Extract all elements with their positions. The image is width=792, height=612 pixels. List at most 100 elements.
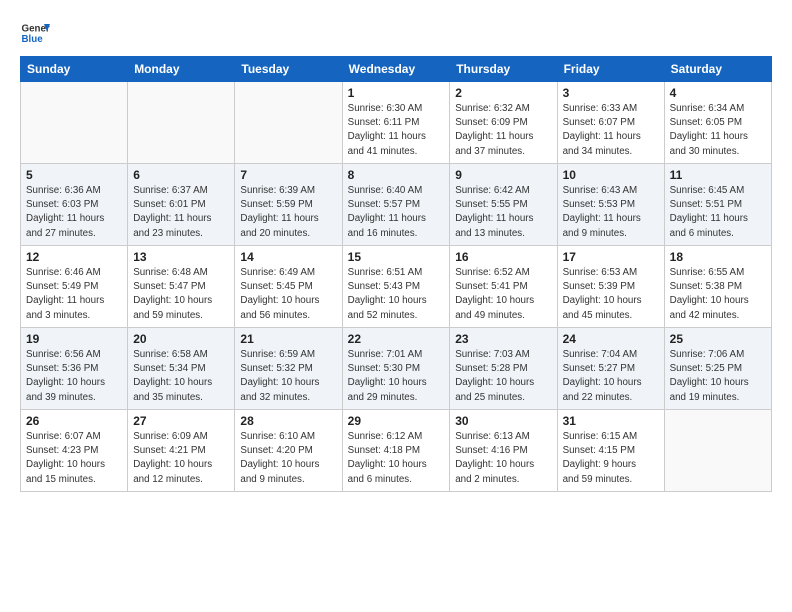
calendar-cell: 4 Sunrise: 6:34 AM Sunset: 6:05 PM Daylig… <box>664 82 771 164</box>
calendar-cell <box>128 82 235 164</box>
day-number: 5 <box>26 168 122 182</box>
day-number: 31 <box>563 414 659 428</box>
calendar-cell: 7 Sunrise: 6:39 AM Sunset: 5:59 PM Daylig… <box>235 164 342 246</box>
logo-icon: General Blue <box>20 18 50 48</box>
page: General Blue SundayMondayTuesdayWednesda… <box>0 0 792 502</box>
day-info: Sunrise: 7:06 AM Sunset: 5:25 PM Dayligh… <box>670 348 766 405</box>
calendar-cell: 16 Sunrise: 6:52 AM Sunset: 5:41 PM Dayli… <box>450 246 557 328</box>
day-info: Sunrise: 6:52 AM Sunset: 5:41 PM Dayligh… <box>455 266 551 323</box>
svg-text:Blue: Blue <box>22 34 44 45</box>
calendar-cell: 9 Sunrise: 6:42 AM Sunset: 5:55 PM Daylig… <box>450 164 557 246</box>
day-number: 23 <box>455 332 551 346</box>
day-number: 25 <box>670 332 766 346</box>
calendar-cell: 13Sunrise: 6:48 AM Sunset: 5:47 PM Dayli… <box>128 246 235 328</box>
day-header-wednesday: Wednesday <box>342 57 450 82</box>
day-number: 16 <box>455 250 551 264</box>
day-number: 29 <box>348 414 445 428</box>
day-info: Sunrise: 6:51 AM Sunset: 5:43 PM Dayligh… <box>348 266 445 323</box>
day-info: Sunrise: 6:55 AM Sunset: 5:38 PM Dayligh… <box>670 266 766 323</box>
calendar-cell: 10 Sunrise: 6:43 AM Sunset: 5:53 PM Dayli… <box>557 164 664 246</box>
day-number: 4 <box>670 86 766 100</box>
week-row-3: 12 Sunrise: 6:46 AM Sunset: 5:49 PM Dayli… <box>21 246 772 328</box>
calendar-cell: 5 Sunrise: 6:36 AM Sunset: 6:03 PM Daylig… <box>21 164 128 246</box>
day-number: 11 <box>670 168 766 182</box>
day-number: 28 <box>240 414 336 428</box>
day-header-friday: Friday <box>557 57 664 82</box>
calendar-cell: 6Sunrise: 6:37 AM Sunset: 6:01 PM Daylig… <box>128 164 235 246</box>
calendar-cell: 25 Sunrise: 7:06 AM Sunset: 5:25 PM Dayli… <box>664 328 771 410</box>
week-row-1: 1 Sunrise: 6:30 AM Sunset: 6:11 PM Daylig… <box>21 82 772 164</box>
day-info: Sunrise: 6:37 AM Sunset: 6:01 PM Dayligh… <box>133 184 229 241</box>
day-info: Sunrise: 6:34 AM Sunset: 6:05 PM Dayligh… <box>670 102 766 159</box>
header: General Blue <box>20 18 772 48</box>
day-number: 3 <box>563 86 659 100</box>
calendar-cell: 23 Sunrise: 7:03 AM Sunset: 5:28 PM Dayli… <box>450 328 557 410</box>
day-info: Sunrise: 6:53 AM Sunset: 5:39 PM Dayligh… <box>563 266 659 323</box>
day-info: Sunrise: 6:09 AM Sunset: 4:21 PM Dayligh… <box>133 430 229 487</box>
day-info: Sunrise: 6:10 AM Sunset: 4:20 PM Dayligh… <box>240 430 336 487</box>
calendar-cell: 1 Sunrise: 6:30 AM Sunset: 6:11 PM Daylig… <box>342 82 450 164</box>
day-info: Sunrise: 6:33 AM Sunset: 6:07 PM Dayligh… <box>563 102 659 159</box>
calendar-cell: 11 Sunrise: 6:45 AM Sunset: 5:51 PM Dayli… <box>664 164 771 246</box>
calendar-cell: 18 Sunrise: 6:55 AM Sunset: 5:38 PM Dayli… <box>664 246 771 328</box>
calendar-cell: 14 Sunrise: 6:49 AM Sunset: 5:45 PM Dayli… <box>235 246 342 328</box>
calendar-cell: 19 Sunrise: 6:56 AM Sunset: 5:36 PM Dayli… <box>21 328 128 410</box>
day-info: Sunrise: 6:42 AM Sunset: 5:55 PM Dayligh… <box>455 184 551 241</box>
day-header-monday: Monday <box>128 57 235 82</box>
day-info: Sunrise: 7:03 AM Sunset: 5:28 PM Dayligh… <box>455 348 551 405</box>
week-row-5: 26 Sunrise: 6:07 AM Sunset: 4:23 PM Dayli… <box>21 410 772 492</box>
day-info: Sunrise: 6:46 AM Sunset: 5:49 PM Dayligh… <box>26 266 122 323</box>
calendar-table: SundayMondayTuesdayWednesdayThursdayFrid… <box>20 56 772 492</box>
day-number: 7 <box>240 168 336 182</box>
calendar-cell: 17 Sunrise: 6:53 AM Sunset: 5:39 PM Dayli… <box>557 246 664 328</box>
day-info: Sunrise: 6:43 AM Sunset: 5:53 PM Dayligh… <box>563 184 659 241</box>
calendar-cell: 2Sunrise: 6:32 AM Sunset: 6:09 PM Daylig… <box>450 82 557 164</box>
calendar-cell: 28 Sunrise: 6:10 AM Sunset: 4:20 PM Dayli… <box>235 410 342 492</box>
week-row-2: 5 Sunrise: 6:36 AM Sunset: 6:03 PM Daylig… <box>21 164 772 246</box>
day-header-thursday: Thursday <box>450 57 557 82</box>
day-info: Sunrise: 6:45 AM Sunset: 5:51 PM Dayligh… <box>670 184 766 241</box>
day-info: Sunrise: 6:13 AM Sunset: 4:16 PM Dayligh… <box>455 430 551 487</box>
day-header-sunday: Sunday <box>21 57 128 82</box>
day-info: Sunrise: 6:56 AM Sunset: 5:36 PM Dayligh… <box>26 348 122 405</box>
day-number: 15 <box>348 250 445 264</box>
day-info: Sunrise: 6:49 AM Sunset: 5:45 PM Dayligh… <box>240 266 336 323</box>
day-info: Sunrise: 6:40 AM Sunset: 5:57 PM Dayligh… <box>348 184 445 241</box>
day-header-saturday: Saturday <box>664 57 771 82</box>
day-number: 26 <box>26 414 122 428</box>
day-number: 14 <box>240 250 336 264</box>
calendar-cell: 26 Sunrise: 6:07 AM Sunset: 4:23 PM Dayli… <box>21 410 128 492</box>
day-info: Sunrise: 6:12 AM Sunset: 4:18 PM Dayligh… <box>348 430 445 487</box>
day-info: Sunrise: 6:07 AM Sunset: 4:23 PM Dayligh… <box>26 430 122 487</box>
calendar-cell <box>21 82 128 164</box>
calendar-cell: 31 Sunrise: 6:15 AM Sunset: 4:15 PM Dayli… <box>557 410 664 492</box>
calendar-cell: 24Sunrise: 7:04 AM Sunset: 5:27 PM Dayli… <box>557 328 664 410</box>
calendar-cell: 20Sunrise: 6:58 AM Sunset: 5:34 PM Dayli… <box>128 328 235 410</box>
day-number: 27 <box>133 414 229 428</box>
calendar-cell: 8 Sunrise: 6:40 AM Sunset: 5:57 PM Daylig… <box>342 164 450 246</box>
day-info: Sunrise: 6:39 AM Sunset: 5:59 PM Dayligh… <box>240 184 336 241</box>
day-info: Sunrise: 6:36 AM Sunset: 6:03 PM Dayligh… <box>26 184 122 241</box>
calendar-cell: 15 Sunrise: 6:51 AM Sunset: 5:43 PM Dayli… <box>342 246 450 328</box>
day-number: 20 <box>133 332 229 346</box>
day-number: 30 <box>455 414 551 428</box>
day-number: 12 <box>26 250 122 264</box>
day-number: 8 <box>348 168 445 182</box>
day-number: 19 <box>26 332 122 346</box>
day-number: 18 <box>670 250 766 264</box>
day-info: Sunrise: 6:15 AM Sunset: 4:15 PM Dayligh… <box>563 430 659 487</box>
day-number: 9 <box>455 168 551 182</box>
day-number: 2 <box>455 86 551 100</box>
day-info: Sunrise: 6:30 AM Sunset: 6:11 PM Dayligh… <box>348 102 445 159</box>
header-row: SundayMondayTuesdayWednesdayThursdayFrid… <box>21 57 772 82</box>
day-number: 17 <box>563 250 659 264</box>
day-number: 10 <box>563 168 659 182</box>
day-number: 21 <box>240 332 336 346</box>
week-row-4: 19 Sunrise: 6:56 AM Sunset: 5:36 PM Dayli… <box>21 328 772 410</box>
day-number: 1 <box>348 86 445 100</box>
day-info: Sunrise: 6:59 AM Sunset: 5:32 PM Dayligh… <box>240 348 336 405</box>
calendar-cell: 29 Sunrise: 6:12 AM Sunset: 4:18 PM Dayli… <box>342 410 450 492</box>
day-header-tuesday: Tuesday <box>235 57 342 82</box>
day-number: 22 <box>348 332 445 346</box>
calendar-cell <box>235 82 342 164</box>
